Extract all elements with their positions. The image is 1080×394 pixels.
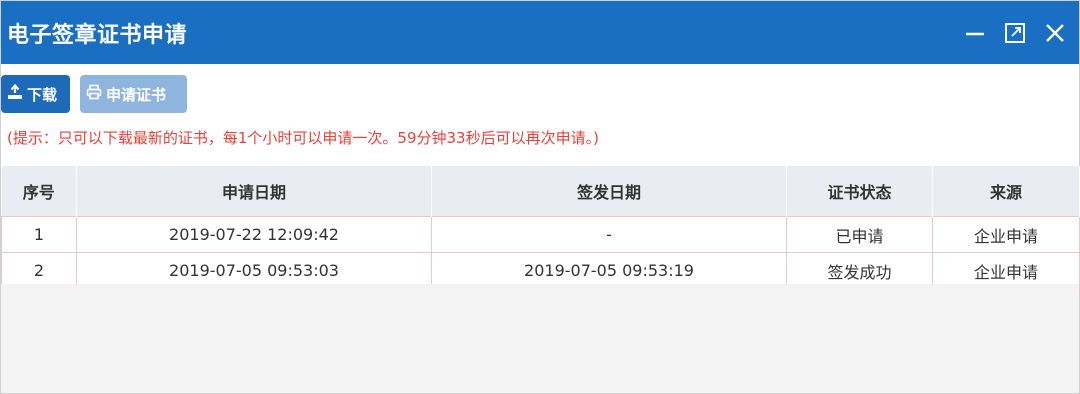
download-label: 下载 [27,85,58,104]
table-cell: - [431,216,787,253]
download-button[interactable]: 下载 [1,75,70,113]
table-cell: 1 [1,216,77,253]
maximize-icon[interactable] [1003,21,1027,45]
window-controls [963,21,1071,45]
close-icon[interactable] [1043,21,1067,45]
title-bar: 电子签章证书申请 [1,1,1079,64]
column-header[interactable]: 证书状态 [786,166,933,217]
print-icon [86,84,102,104]
table-cell: 已申请 [786,216,933,253]
column-header[interactable]: 序号 [1,166,77,217]
table-cell: 2019-07-22 12:09:42 [76,216,432,253]
apply-certificate-button[interactable]: 申请证书 [80,75,187,113]
hint-text: (提示：只可以下载最新的证书，每1个小时可以申请一次。59分钟33秒后可以再次申… [7,129,599,147]
toolbar: 下载 申请证书 [1,64,1079,114]
column-header[interactable]: 签发日期 [431,166,787,217]
table-header-row: 序号 申请日期 签发日期 证书状态 来源 [1,166,1080,217]
certificate-application-window: 电子签章证书申请 下载 申请证书 (提示：只可以下载最新的证书，每1个小时可以申… [0,0,1080,394]
column-header[interactable]: 来源 [932,166,1080,217]
apply-certificate-label: 申请证书 [106,85,167,104]
certificate-table: 序号 申请日期 签发日期 证书状态 来源 1 2019-07-22 12:09:… [1,166,1080,289]
table-row[interactable]: 1 2019-07-22 12:09:42 - 已申请 企业申请 [1,216,1080,253]
table-cell: 企业申请 [932,216,1080,253]
column-header[interactable]: 申请日期 [76,166,432,217]
window-title: 电子签章证书申请 [7,22,188,48]
minimize-icon[interactable] [963,21,987,45]
table-empty-area [1,284,1079,393]
download-icon [7,83,23,104]
